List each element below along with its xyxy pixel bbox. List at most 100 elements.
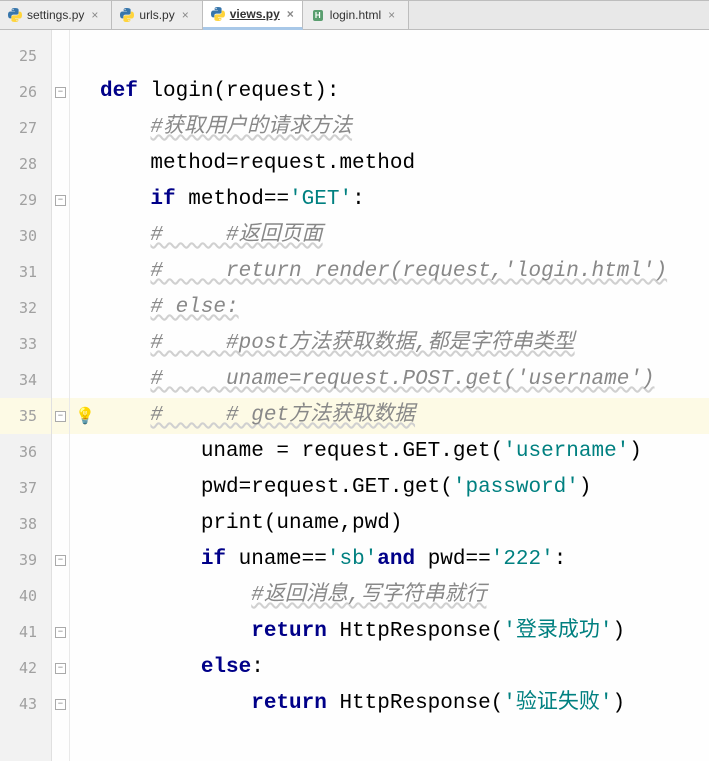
- tab-label: urls.py: [139, 8, 174, 22]
- line-number[interactable]: 41: [0, 614, 51, 650]
- fold-marker[interactable]: [52, 74, 69, 110]
- code-token-plain: :: [554, 548, 567, 571]
- fold-marker: [52, 110, 69, 146]
- code-token-plain: [100, 260, 150, 283]
- code-line[interactable]: # else:: [100, 290, 709, 326]
- line-number[interactable]: 34: [0, 362, 51, 398]
- fold-marker: [52, 578, 69, 614]
- code-token-str: 'sb': [327, 548, 377, 571]
- code-line[interactable]: return HttpResponse('验证失败'): [100, 686, 709, 722]
- close-icon[interactable]: ×: [386, 8, 397, 22]
- code-token-str: 'GET': [289, 188, 352, 211]
- line-number[interactable]: 32: [0, 290, 51, 326]
- code-line[interactable]: else:: [100, 650, 709, 686]
- tab-settings-py[interactable]: settings.py ×: [0, 1, 112, 29]
- line-number[interactable]: 26: [0, 74, 51, 110]
- code-token-plain: uname==: [239, 548, 327, 571]
- editor[interactable]: 25262728293031323334353637383940414243 💡…: [0, 30, 709, 761]
- code-token-plain: [100, 296, 150, 319]
- code-token-comment: # # get方法获取数据: [150, 404, 415, 427]
- fold-collapse-icon[interactable]: [55, 87, 66, 98]
- code-line[interactable]: print(uname,pwd): [100, 506, 709, 542]
- intention-cell: [70, 470, 100, 506]
- line-number[interactable]: 39: [0, 542, 51, 578]
- close-icon[interactable]: ×: [180, 8, 191, 22]
- code-token-kw: return: [251, 692, 339, 715]
- line-number[interactable]: 29: [0, 182, 51, 218]
- code-token-plain: pwd=request.GET.get(: [100, 476, 453, 499]
- code-token-plain: [100, 692, 251, 715]
- intention-cell: [70, 38, 100, 74]
- fold-collapse-icon[interactable]: [55, 627, 66, 638]
- code-line[interactable]: #返回消息,写字符串就行: [100, 578, 709, 614]
- code-line[interactable]: uname = request.GET.get('username'): [100, 434, 709, 470]
- code-line[interactable]: #获取用户的请求方法: [100, 110, 709, 146]
- code-area[interactable]: def login(request): #获取用户的请求方法 method=re…: [100, 30, 709, 761]
- line-number[interactable]: 33: [0, 326, 51, 362]
- close-icon[interactable]: ×: [285, 7, 296, 21]
- code-line[interactable]: method=request.method: [100, 146, 709, 182]
- code-line[interactable]: [100, 38, 709, 74]
- code-line[interactable]: if uname=='sb'and pwd=='222':: [100, 542, 709, 578]
- code-token-plain: :: [352, 188, 365, 211]
- line-number[interactable]: 30: [0, 218, 51, 254]
- tab-urls-py[interactable]: urls.py ×: [112, 1, 202, 29]
- line-number[interactable]: 25: [0, 38, 51, 74]
- code-token-kw: return: [251, 620, 339, 643]
- fold-marker[interactable]: [52, 182, 69, 218]
- code-token-comment: #获取用户的请求方法: [150, 116, 352, 139]
- code-line[interactable]: # # get方法获取数据: [100, 398, 709, 434]
- code-token-comment: # uname=request.POST.get('username'): [150, 368, 654, 391]
- tab-views-py[interactable]: views.py×: [203, 1, 303, 30]
- line-number[interactable]: 40: [0, 578, 51, 614]
- code-line[interactable]: # #返回页面: [100, 218, 709, 254]
- tab-label: settings.py: [27, 8, 84, 22]
- code-token-kw: else: [201, 656, 251, 679]
- lightbulb-icon[interactable]: 💡: [75, 406, 95, 426]
- code-line[interactable]: # #post方法获取数据,都是字符串类型: [100, 326, 709, 362]
- line-number[interactable]: 35: [0, 398, 51, 434]
- line-number[interactable]: 28: [0, 146, 51, 182]
- code-line[interactable]: def login(request):: [100, 74, 709, 110]
- line-number[interactable]: 36: [0, 434, 51, 470]
- code-line[interactable]: # return render(request,'login.html'): [100, 254, 709, 290]
- fold-collapse-icon[interactable]: [55, 663, 66, 674]
- line-number[interactable]: 37: [0, 470, 51, 506]
- fold-marker[interactable]: [52, 686, 69, 722]
- fold-marker: [52, 470, 69, 506]
- code-token-plain: ): [629, 440, 642, 463]
- line-number[interactable]: 43: [0, 686, 51, 722]
- code-token-kw: and: [377, 548, 427, 571]
- fold-marker[interactable]: [52, 650, 69, 686]
- line-number[interactable]: 38: [0, 506, 51, 542]
- code-token-comment: # return render(request,'login.html'): [150, 260, 667, 283]
- intention-cell: [70, 218, 100, 254]
- fold-marker: [52, 326, 69, 362]
- code-token-str: '222': [491, 548, 554, 571]
- tab-login-html[interactable]: Hlogin.html×: [303, 1, 409, 29]
- code-line[interactable]: pwd=request.GET.get('password'): [100, 470, 709, 506]
- code-token-comment: #返回消息,写字符串就行: [251, 584, 486, 607]
- fold-marker[interactable]: [52, 614, 69, 650]
- code-line[interactable]: return HttpResponse('登录成功'): [100, 614, 709, 650]
- fold-marker: [52, 146, 69, 182]
- code-line[interactable]: # uname=request.POST.get('username'): [100, 362, 709, 398]
- fold-collapse-icon[interactable]: [55, 411, 66, 422]
- line-number[interactable]: 27: [0, 110, 51, 146]
- fold-collapse-icon[interactable]: [55, 555, 66, 566]
- close-icon[interactable]: ×: [89, 8, 100, 22]
- code-token-plain: [100, 116, 150, 139]
- intention-cell[interactable]: 💡: [70, 398, 100, 434]
- fold-marker: [52, 254, 69, 290]
- line-number[interactable]: 42: [0, 650, 51, 686]
- code-token-plain: [100, 332, 150, 355]
- fold-marker: [52, 218, 69, 254]
- code-token-comment: # #返回页面: [150, 224, 322, 247]
- fold-marker[interactable]: [52, 542, 69, 578]
- intention-cell: [70, 542, 100, 578]
- code-line[interactable]: if method=='GET':: [100, 182, 709, 218]
- fold-collapse-icon[interactable]: [55, 195, 66, 206]
- line-number[interactable]: 31: [0, 254, 51, 290]
- fold-marker[interactable]: [52, 398, 69, 434]
- fold-collapse-icon[interactable]: [55, 699, 66, 710]
